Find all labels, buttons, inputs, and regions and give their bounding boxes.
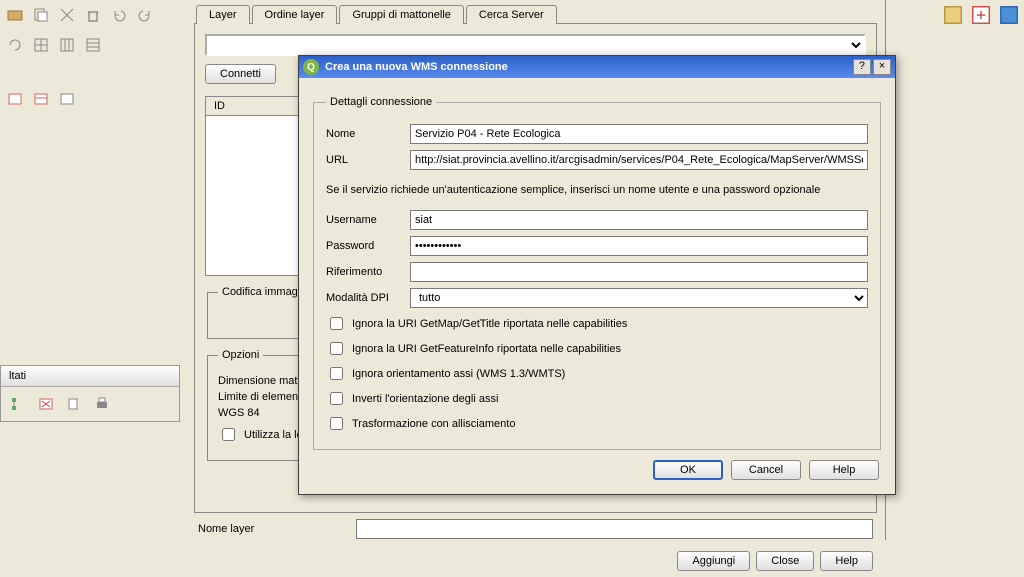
- username-input[interactable]: [410, 210, 868, 230]
- grid2-icon[interactable]: [56, 34, 78, 56]
- toolbar-row-2: [0, 30, 180, 60]
- chk-ignore-getfeature-label: Ignora la URI GetFeatureInfo riportata n…: [352, 343, 621, 355]
- riferimento-label: Riferimento: [326, 266, 410, 278]
- table-icon[interactable]: [4, 88, 26, 110]
- results-header: ltati: [1, 366, 179, 387]
- dialog-titlebar[interactable]: Q Crea una nuova WMS connessione ? ×: [299, 56, 895, 78]
- tab-ordine-layer[interactable]: Ordine layer: [252, 5, 338, 24]
- aggiungi-button[interactable]: Aggiungi: [677, 551, 750, 571]
- help-button[interactable]: Help: [820, 551, 873, 571]
- chk-invert-axis[interactable]: [330, 392, 343, 405]
- dialog-button-row: OK Cancel Help: [311, 450, 883, 482]
- copy-icon[interactable]: [30, 4, 52, 26]
- dialog-help-icon[interactable]: ?: [853, 59, 871, 75]
- tool-icon-1[interactable]: [942, 4, 964, 26]
- chk-smooth-transform-label: Trasformazione con allisciamento: [352, 418, 515, 430]
- dialog-icon: Q: [303, 59, 319, 75]
- chk-smooth-transform[interactable]: [330, 417, 343, 430]
- chk-ignore-getmap[interactable]: [330, 317, 343, 330]
- table2-icon[interactable]: [30, 88, 52, 110]
- ok-button[interactable]: OK: [653, 460, 723, 480]
- tab-gruppi-mattonelle[interactable]: Gruppi di mattonelle: [339, 5, 463, 24]
- left-toolbar-area: [0, 0, 180, 544]
- url-label: URL: [326, 154, 410, 166]
- undo-icon[interactable]: [108, 4, 130, 26]
- close-button[interactable]: Close: [756, 551, 814, 571]
- connetti-button[interactable]: Connetti: [205, 64, 276, 84]
- auth-info-text: Se il servizio richiede un'autenticazion…: [326, 184, 868, 196]
- cancel-button[interactable]: Cancel: [731, 460, 801, 480]
- print-icon[interactable]: [91, 393, 113, 415]
- password-label: Password: [326, 240, 410, 252]
- url-input[interactable]: [410, 150, 868, 170]
- nome-layer-label: Nome layer: [198, 523, 348, 535]
- tab-cerca-server[interactable]: Cerca Server: [466, 5, 557, 24]
- riferimento-input[interactable]: [410, 262, 868, 282]
- tab-layer[interactable]: Layer: [196, 5, 250, 24]
- username-label: Username: [326, 214, 410, 226]
- redo-icon[interactable]: [134, 4, 156, 26]
- trash-icon[interactable]: [82, 4, 104, 26]
- nome-layer-input[interactable]: [356, 519, 873, 539]
- clear-icon[interactable]: [35, 393, 57, 415]
- wms-connection-dialog: Q Crea una nuova WMS connessione ? × Det…: [298, 55, 896, 495]
- grid3-icon[interactable]: [82, 34, 104, 56]
- right-icon-bar: [942, 4, 1020, 26]
- opzioni-legend: Opzioni: [218, 349, 263, 361]
- table3-icon[interactable]: [56, 88, 78, 110]
- results-toolbar: [1, 387, 179, 421]
- tab-strip: Layer Ordine layer Gruppi di mattonelle …: [186, 4, 885, 23]
- password-input[interactable]: [410, 236, 868, 256]
- dialog-help-button[interactable]: Help: [809, 460, 879, 480]
- tool-icon-2[interactable]: [970, 4, 992, 26]
- dialog-close-icon[interactable]: ×: [873, 59, 891, 75]
- details-legend: Dettagli connessione: [326, 96, 436, 108]
- legenda-checkbox[interactable]: [222, 428, 235, 441]
- copy2-icon[interactable]: [63, 393, 85, 415]
- nome-label: Nome: [326, 128, 410, 140]
- results-panel: ltati: [0, 365, 180, 422]
- tool-icon-3[interactable]: [998, 4, 1020, 26]
- connection-details-fieldset: Dettagli connessione Nome URL Se il serv…: [313, 96, 881, 450]
- toolbar-row-3: [0, 84, 180, 114]
- chk-ignore-axis[interactable]: [330, 367, 343, 380]
- chk-invert-axis-label: Inverti l'orientazione degli assi: [352, 393, 498, 405]
- connection-combo[interactable]: [205, 34, 866, 56]
- chk-ignore-axis-label: Ignora orientamento assi (WMS 1.3/WMTS): [352, 368, 565, 380]
- nome-input[interactable]: [410, 124, 868, 144]
- tree-icon[interactable]: [7, 393, 29, 415]
- folder-icon[interactable]: [4, 4, 26, 26]
- toolbar-row-1: [0, 0, 180, 30]
- dialog-title: Crea una nuova WMS connessione: [325, 61, 851, 73]
- refresh-icon[interactable]: [4, 34, 26, 56]
- wgs-label: WGS 84: [218, 407, 260, 419]
- chk-ignore-getmap-label: Ignora la URI GetMap/GetTitle riportata …: [352, 318, 627, 330]
- chk-ignore-getfeature[interactable]: [330, 342, 343, 355]
- main-bottom-buttons: Aggiungi Close Help: [186, 545, 885, 577]
- dpi-select[interactable]: tutto: [410, 288, 868, 308]
- scissors-icon[interactable]: [56, 4, 78, 26]
- dialog-body: Dettagli connessione Nome URL Se il serv…: [299, 78, 895, 494]
- grid-icon[interactable]: [30, 34, 52, 56]
- dpi-label: Modalità DPI: [326, 292, 410, 304]
